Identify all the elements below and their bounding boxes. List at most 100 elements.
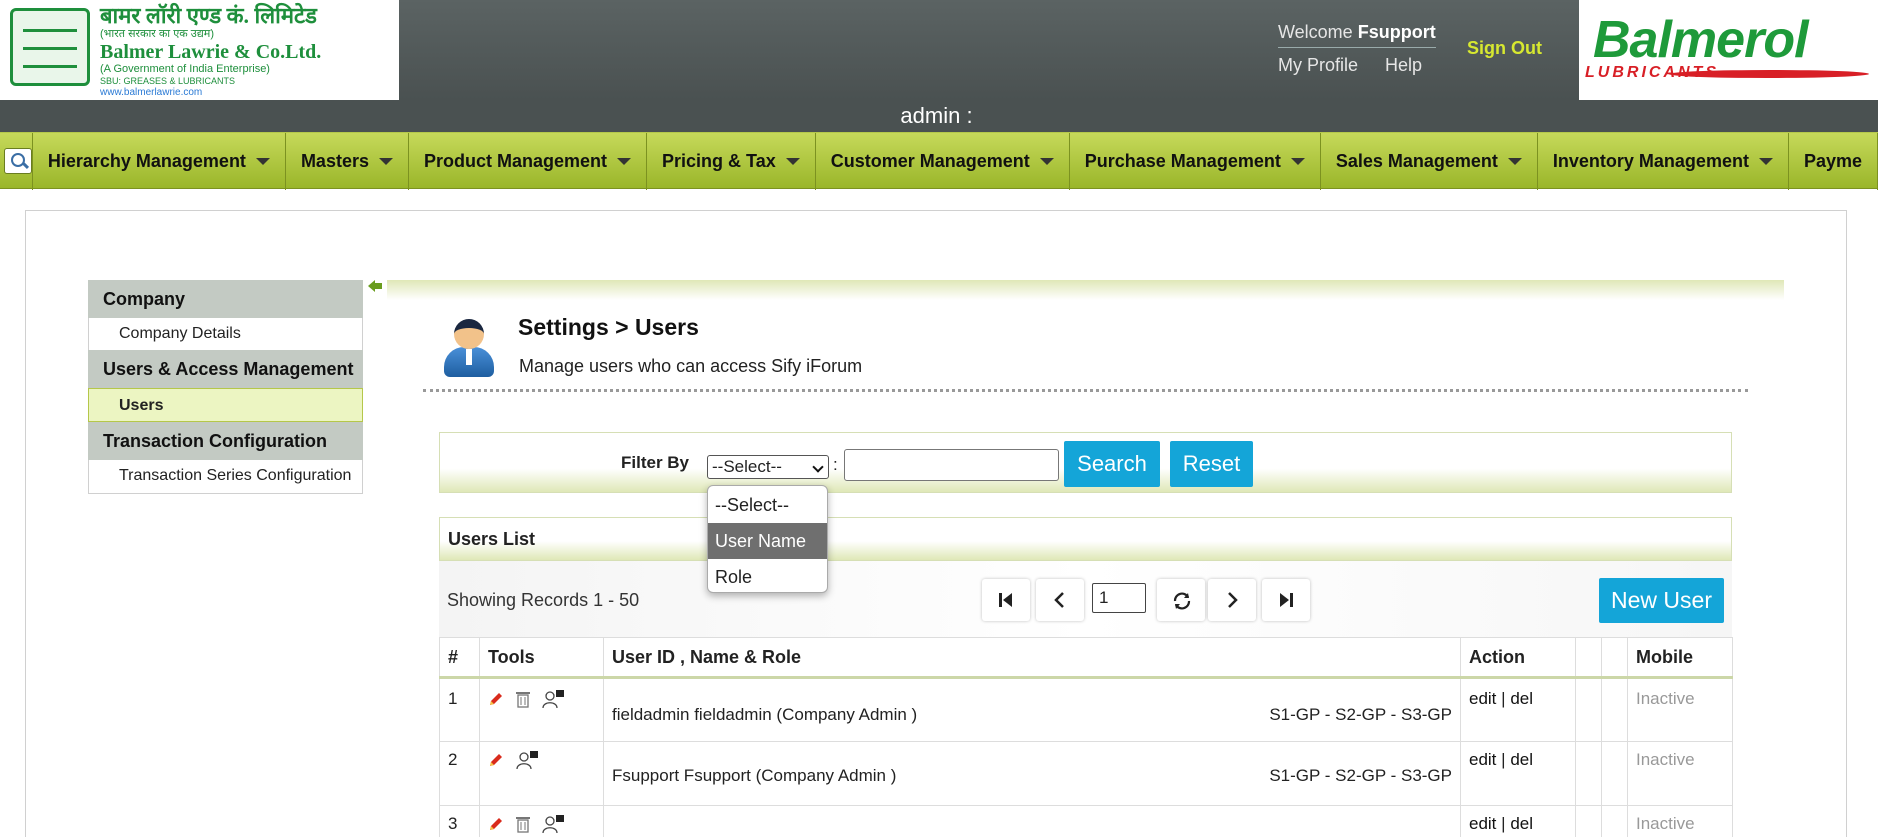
prev-page-button[interactable] xyxy=(1036,579,1084,621)
chevron-down-icon xyxy=(812,461,824,473)
nav-label: Pricing & Tax xyxy=(662,151,776,171)
nav-hierarchy-management[interactable]: Hierarchy Management xyxy=(33,133,286,190)
company-emblem-icon xyxy=(10,8,90,86)
filter-by-select[interactable]: --Select-- xyxy=(707,455,829,479)
new-user-button[interactable]: New User xyxy=(1599,578,1724,623)
blank-cell xyxy=(1601,805,1628,837)
sidebar-heading-users-access: Users & Access Management xyxy=(88,350,363,388)
showing-records: Showing Records 1 - 50 xyxy=(447,590,640,610)
sidebar-heading-company: Company xyxy=(88,280,363,318)
help-link[interactable]: Help xyxy=(1385,55,1422,75)
nav-payments[interactable]: Payme xyxy=(1789,133,1878,190)
nav-product-management[interactable]: Product Management xyxy=(409,133,648,190)
search-icon xyxy=(4,148,32,174)
admin-bar: admin : xyxy=(0,100,1878,132)
sidebar-item-company-details[interactable]: Company Details xyxy=(88,318,363,350)
trash-icon[interactable] xyxy=(515,815,531,837)
dropdown-option-user-name[interactable]: User Name xyxy=(708,523,827,559)
edit-link[interactable]: edit xyxy=(1469,689,1496,708)
balmer-lawrie-logo: बामर लॉरी एण्ड कं. लिमिटेड (भारत सरकार क… xyxy=(0,0,399,100)
user-avatar-icon xyxy=(440,315,498,377)
page-number-input[interactable]: 1 xyxy=(1092,583,1146,613)
user-permissions-icon[interactable] xyxy=(541,814,565,837)
filter-dropdown-list: --Select-- User Name Role xyxy=(707,485,828,593)
nav-pricing-tax[interactable]: Pricing & Tax xyxy=(647,133,816,190)
search-button[interactable]: Search xyxy=(1064,441,1160,487)
nav-sales-management[interactable]: Sales Management xyxy=(1321,133,1538,190)
first-page-button[interactable] xyxy=(982,579,1030,621)
filter-label: Filter By xyxy=(621,453,690,472)
nav-label: Purchase Management xyxy=(1084,151,1281,171)
sidebar-item-transaction-series[interactable]: Transaction Series Configuration xyxy=(88,460,363,494)
page-title: Settings > Users xyxy=(518,314,699,340)
sign-out-link[interactable]: Sign Out xyxy=(1467,38,1542,59)
edit-link[interactable]: edit xyxy=(1469,750,1496,769)
settings-sidebar: Company Company Details Users & Access M… xyxy=(88,280,363,494)
blank-cell xyxy=(1575,677,1602,742)
caret-down-icon xyxy=(255,158,270,165)
col-header-mobile: Mobile xyxy=(1627,637,1733,679)
user-permissions-icon[interactable] xyxy=(541,689,565,714)
main-nav: Hierarchy Management Masters Product Man… xyxy=(0,132,1878,190)
tools-cell xyxy=(479,741,604,806)
balmerol-logo: Balmerol LUBRICANTS xyxy=(1579,0,1878,100)
filter-value-input[interactable] xyxy=(844,449,1059,481)
collapse-arrow-icon[interactable] xyxy=(368,280,382,292)
edit-pencil-icon[interactable] xyxy=(488,752,504,773)
row-number: 2 xyxy=(439,741,480,806)
filter-colon: : xyxy=(833,455,838,474)
refresh-button[interactable] xyxy=(1157,579,1205,621)
nav-label: Payme xyxy=(1803,151,1862,171)
row-number: 3 xyxy=(439,805,480,837)
username: Fsupport xyxy=(1357,22,1436,42)
edit-link[interactable]: edit xyxy=(1469,814,1496,833)
reset-button[interactable]: Reset xyxy=(1170,441,1253,487)
mobile-status: Inactive xyxy=(1627,677,1733,742)
delete-link[interactable]: del xyxy=(1510,814,1533,833)
logo-english-sub: (A Government of India Enterprise) xyxy=(100,63,270,75)
nav-purchase-management[interactable]: Purchase Management xyxy=(1070,133,1321,190)
edit-pencil-icon[interactable] xyxy=(488,816,504,837)
logo-text: बामर लॉरी एण्ड कं. लिमिटेड (भारत सरकार क… xyxy=(100,4,395,99)
dropdown-option-role[interactable]: Role xyxy=(708,559,827,595)
divider xyxy=(423,389,1748,392)
user-info-cell: Fsupport Fsupport (Company Admin ) S1-GP… xyxy=(603,741,1461,806)
page-subtitle: Manage users who can access Sify iForum xyxy=(519,356,863,376)
filter-selected-value: --Select-- xyxy=(712,457,782,476)
caret-down-icon xyxy=(378,158,393,165)
delete-link[interactable]: del xyxy=(1510,689,1533,708)
user-groups: S1-GP - S2-GP - S3-GP xyxy=(1269,705,1452,724)
tools-cell xyxy=(479,677,604,742)
delete-link[interactable]: del xyxy=(1510,750,1533,769)
dropdown-option-select[interactable]: --Select-- xyxy=(708,487,827,523)
last-page-button[interactable] xyxy=(1262,579,1310,621)
user-permissions-icon[interactable] xyxy=(515,750,539,775)
user-groups: S1-GP - S2-GP - S3-GP xyxy=(1269,766,1452,785)
nav-masters[interactable]: Masters xyxy=(286,133,409,190)
nav-customer-management[interactable]: Customer Management xyxy=(816,133,1070,190)
edit-pencil-icon[interactable] xyxy=(488,691,504,712)
next-page-icon xyxy=(1228,592,1238,608)
trash-icon[interactable] xyxy=(515,690,531,713)
action-separator: | xyxy=(1501,814,1506,833)
sidebar-heading-transaction-config: Transaction Configuration xyxy=(88,422,363,460)
action-separator: | xyxy=(1501,689,1506,708)
table-row: 3 edit | del Inactive xyxy=(439,805,1733,837)
col-header-tools: Tools xyxy=(479,637,604,679)
action-separator: | xyxy=(1501,750,1506,769)
welcome-line: Welcome Fsupport xyxy=(1278,22,1436,48)
caret-down-icon xyxy=(617,158,632,165)
sidebar-item-users[interactable]: Users xyxy=(88,388,363,422)
nav-label: Hierarchy Management xyxy=(47,151,246,171)
caret-down-icon xyxy=(1507,158,1522,165)
blank-cell xyxy=(1601,741,1628,806)
mobile-status: Inactive xyxy=(1627,741,1733,806)
welcome-box: Welcome Fsupport My Profile Help xyxy=(1278,22,1444,76)
col-header-num: # xyxy=(439,637,480,679)
next-page-button[interactable] xyxy=(1208,579,1256,621)
users-list-title: Users List xyxy=(448,529,536,549)
row-number: 1 xyxy=(439,677,480,742)
nav-inventory-management[interactable]: Inventory Management xyxy=(1538,133,1789,190)
nav-search-button[interactable] xyxy=(0,133,33,190)
my-profile-link[interactable]: My Profile xyxy=(1278,55,1358,75)
